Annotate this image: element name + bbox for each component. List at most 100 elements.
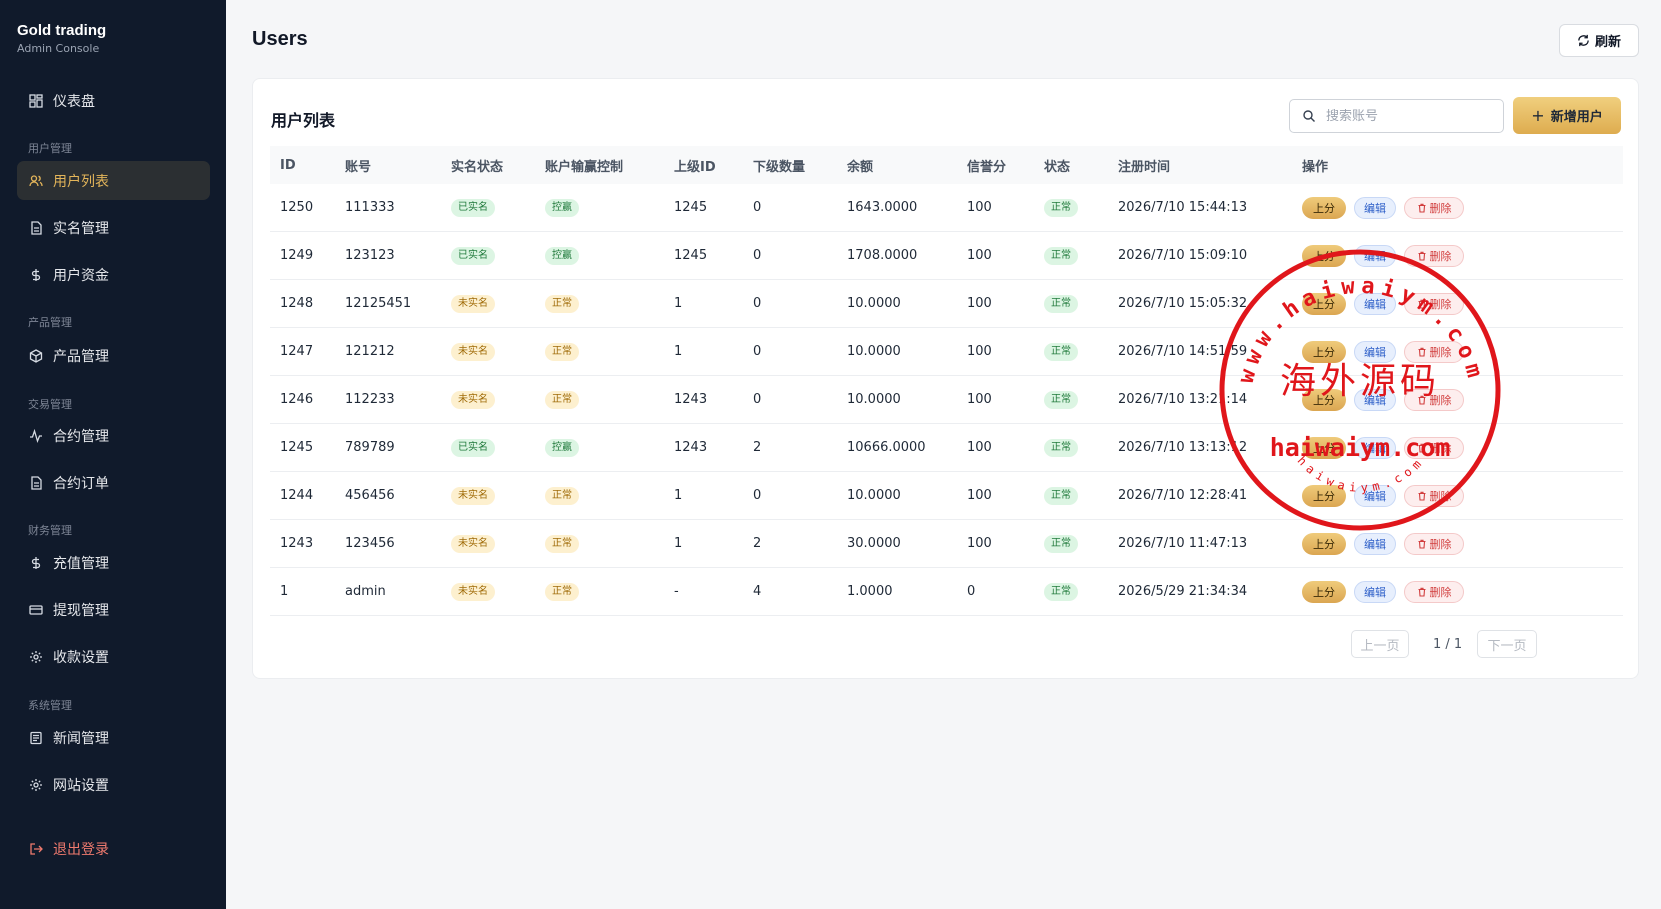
status-badge: 正常 [1044, 342, 1078, 361]
delete-button[interactable]: 删除 [1404, 292, 1464, 315]
add-credit-button[interactable]: 上分 [1302, 436, 1346, 459]
nav-group-finance: 财务管理 [28, 524, 72, 537]
sidebar-item-label: 用户资金 [53, 267, 109, 284]
cell-id: 1 [280, 584, 289, 599]
trash-icon [1418, 203, 1425, 213]
column-header: 账号 [345, 159, 372, 175]
sidebar-item-contract[interactable]: 合约管理 [17, 416, 210, 455]
edit-button[interactable]: 编辑 [1354, 484, 1396, 507]
column-header: 状态 [1044, 159, 1071, 175]
cell-balance: 10.0000 [847, 344, 901, 359]
prev-page-button[interactable]: 上一页 [1351, 630, 1409, 658]
edit-button[interactable]: 编辑 [1354, 436, 1396, 459]
edit-button[interactable]: 编辑 [1354, 388, 1396, 411]
cell-balance: 10.0000 [847, 392, 901, 407]
nav-group-system: 系统管理 [28, 699, 72, 712]
trash-icon [1418, 587, 1425, 597]
add-user-button[interactable]: + 新增用户 [1513, 97, 1621, 134]
edit-button[interactable]: 编辑 [1354, 580, 1396, 603]
edit-button[interactable]: 编辑 [1354, 244, 1396, 267]
add-credit-button[interactable]: 上分 [1302, 340, 1346, 363]
column-header: 实名状态 [451, 159, 504, 175]
search-input[interactable] [1326, 108, 1496, 124]
cell-credit: 100 [967, 200, 992, 215]
add-credit-button[interactable]: 上分 [1302, 484, 1346, 507]
delete-label: 删除 [1429, 537, 1452, 551]
cell-balance: 1.0000 [847, 584, 893, 599]
control-badge: 控赢 [545, 438, 579, 457]
status-badge: 正常 [1044, 438, 1078, 457]
delete-label: 删除 [1429, 489, 1452, 503]
cell-account: 111333 [345, 200, 395, 215]
cell-children: 4 [753, 584, 762, 599]
edit-button[interactable]: 编辑 [1354, 292, 1396, 315]
add-credit-button[interactable]: 上分 [1302, 580, 1346, 603]
cell-id: 1247 [280, 344, 314, 359]
delete-button[interactable]: 删除 [1404, 196, 1464, 219]
cell-parent-id: 1 [674, 296, 683, 311]
sidebar-item-contract-orders[interactable]: 合约订单 [17, 463, 210, 502]
edit-button[interactable]: 编辑 [1354, 532, 1396, 555]
search-icon [1303, 110, 1315, 122]
edit-button[interactable]: 编辑 [1354, 340, 1396, 363]
add-credit-button[interactable]: 上分 [1302, 244, 1346, 267]
delete-label: 删除 [1429, 297, 1452, 311]
cell-id: 1243 [280, 536, 314, 551]
cell-id: 1250 [280, 200, 314, 215]
sidebar-item-product[interactable]: 产品管理 [17, 336, 210, 375]
sidebar-item-dashboard[interactable]: 仪表盘 [17, 81, 210, 120]
next-page-button[interactable]: 下一页 [1477, 630, 1537, 658]
cell-register-time: 2026/7/10 13:21:14 [1118, 392, 1248, 407]
sidebar-item-user-list[interactable]: 用户列表 [17, 161, 210, 200]
delete-button[interactable]: 删除 [1404, 484, 1464, 507]
sidebar-item-label: 产品管理 [53, 348, 109, 365]
table-row: 1250 111333 已实名 控赢 1245 0 1643.0000 100 正常 2026/7… [270, 184, 1623, 232]
logout-button[interactable]: 退出登录 [17, 829, 210, 868]
sidebar-item-withdraw[interactable]: 提现管理 [17, 590, 210, 629]
search-box[interactable] [1289, 99, 1504, 133]
plus-icon: + [1531, 106, 1545, 125]
sidebar-item-funds[interactable]: 用户资金 [17, 255, 210, 294]
cell-register-time: 2026/7/10 15:44:13 [1118, 200, 1248, 215]
cell-register-time: 2026/7/10 14:51:59 [1118, 344, 1248, 359]
delete-button[interactable]: 删除 [1404, 532, 1464, 555]
cell-account: 456456 [345, 488, 395, 503]
edit-button[interactable]: 编辑 [1354, 196, 1396, 219]
delete-button[interactable]: 删除 [1404, 340, 1464, 363]
nav-group-trade: 交易管理 [28, 398, 72, 411]
sidebar-item-site[interactable]: 网站设置 [17, 765, 210, 804]
kyc-badge: 已实名 [451, 246, 495, 265]
document-icon [31, 475, 42, 490]
column-header: 余额 [847, 159, 874, 175]
add-credit-button[interactable]: 上分 [1302, 388, 1346, 411]
cell-register-time: 2026/7/10 15:09:10 [1118, 248, 1248, 263]
add-credit-button[interactable]: 上分 [1302, 532, 1346, 555]
box-icon [29, 348, 43, 363]
table-row: 1245 789789 已实名 控赢 1243 2 10666.0000 100 正常 2026/… [270, 424, 1623, 472]
sidebar-item-realname[interactable]: 实名管理 [17, 208, 210, 247]
activity-icon [30, 428, 42, 443]
sidebar-item-recharge[interactable]: 充值管理 [17, 543, 210, 582]
add-credit-button[interactable]: 上分 [1302, 196, 1346, 219]
dollar-icon [31, 556, 41, 569]
refresh-button[interactable]: 刷新 [1559, 24, 1639, 57]
sidebar-item-label: 用户列表 [53, 173, 109, 190]
sidebar-item-payment[interactable]: 收款设置 [17, 637, 210, 676]
delete-button[interactable]: 删除 [1404, 436, 1464, 459]
add-credit-button[interactable]: 上分 [1302, 292, 1346, 315]
column-header: 信誉分 [967, 159, 1007, 175]
table-body: 1250 111333 已实名 控赢 1245 0 1643.0000 100 正常 2026/7… [270, 184, 1623, 616]
credit-card-icon [29, 604, 43, 615]
sidebar-item-news[interactable]: 新闻管理 [17, 718, 210, 757]
page-info: 1 / 1 [1433, 636, 1463, 652]
table-header: ID 账号 实名状态 账户输赢控制 上级ID 下级数量 余额 信誉分 状态 注册时间 操作 [270, 146, 1623, 184]
delete-label: 删除 [1429, 585, 1452, 599]
sidebar-item-label: 新闻管理 [53, 730, 109, 747]
delete-button[interactable]: 删除 [1404, 388, 1464, 411]
newspaper-icon [30, 731, 42, 744]
delete-button[interactable]: 删除 [1404, 244, 1464, 267]
delete-button[interactable]: 删除 [1404, 580, 1464, 603]
logout-label: 退出登录 [53, 841, 109, 858]
kyc-badge: 未实名 [451, 342, 495, 361]
cell-balance: 1708.0000 [847, 248, 918, 263]
